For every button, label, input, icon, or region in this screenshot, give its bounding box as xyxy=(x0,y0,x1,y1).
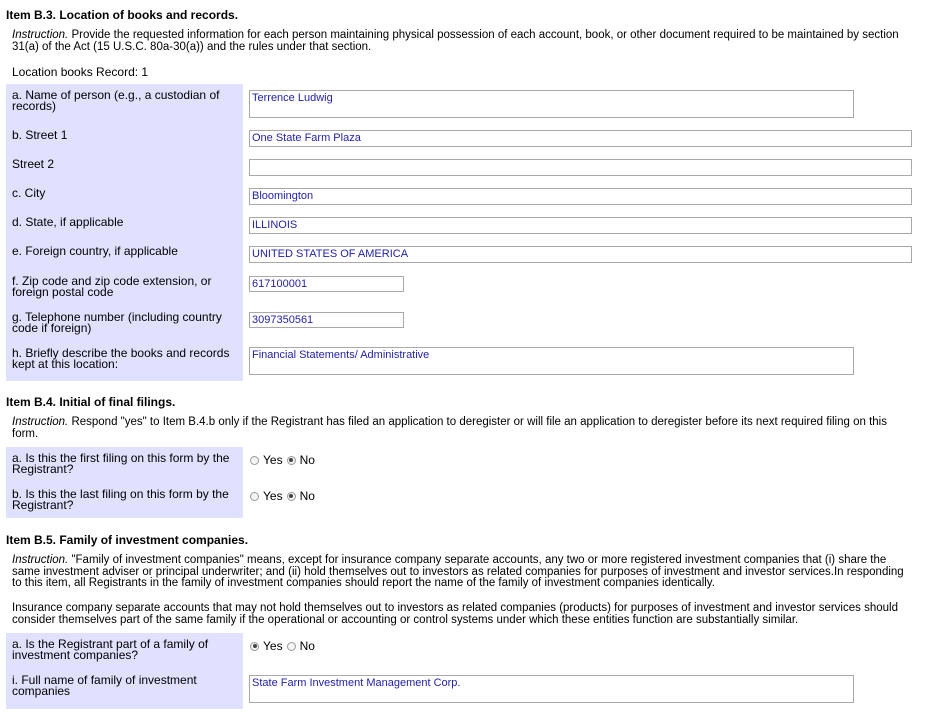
street2-label: Street 2 xyxy=(12,157,55,171)
street1-field[interactable]: One State Farm Plaza xyxy=(249,130,912,147)
yes-option-label: Yes xyxy=(263,639,283,653)
state-field[interactable]: ILLINOIS xyxy=(249,217,912,234)
street1-label: b. Street 1 xyxy=(12,128,68,142)
telephone-label: g. Telephone number (including country c… xyxy=(12,310,222,335)
family-name-field[interactable]: State Farm Investment Management Corp. xyxy=(249,675,854,703)
item-b5-instruction: Instruction. "Family of investment compa… xyxy=(12,554,912,590)
last-filing-yes-radio[interactable] xyxy=(250,491,259,501)
instruction-prefix: Instruction. xyxy=(12,416,69,428)
first-filing-radio-group: Yes No xyxy=(250,453,319,467)
instruction-prefix: Instruction. xyxy=(12,29,69,41)
yes-option-label: Yes xyxy=(263,453,283,467)
books-description-label: h. Briefly describe the books and record… xyxy=(12,346,230,371)
instruction-text: "Family of investment companies" means, … xyxy=(12,554,904,589)
city-label: c. City xyxy=(12,186,46,200)
instruction-text: Provide the requested information for ea… xyxy=(12,29,899,53)
instruction-text: Respond "yes" to Item B.4.b only if the … xyxy=(12,416,887,440)
zip-code-label: f. Zip code and zip code extension, or f… xyxy=(12,274,212,299)
first-filing-no-radio[interactable] xyxy=(286,455,296,465)
family-yes-radio[interactable] xyxy=(250,641,259,651)
family-radio-group: Yes No xyxy=(250,639,319,653)
street2-field[interactable] xyxy=(249,159,912,176)
family-no-radio[interactable] xyxy=(286,641,296,651)
family-question-label: a. Is the Registrant part of a family of… xyxy=(12,637,209,662)
yes-option-label: Yes xyxy=(263,489,283,503)
item-b3-heading: Item B.3. Location of books and records. xyxy=(6,8,239,22)
city-field[interactable]: Bloomington xyxy=(249,188,912,205)
item-b4-instruction: Instruction. Respond "yes" to Item B.4.b… xyxy=(12,416,912,440)
telephone-field[interactable]: 3097350561 xyxy=(249,312,404,328)
country-field[interactable]: UNITED STATES OF AMERICA xyxy=(249,246,912,263)
instruction-prefix: Instruction. xyxy=(12,554,69,566)
zip-code-field[interactable]: 617100001 xyxy=(249,276,404,292)
no-option-label: No xyxy=(299,489,315,503)
last-filing-radio-group: Yes No xyxy=(250,489,319,503)
no-option-label: No xyxy=(299,453,315,467)
item-b3-instruction: Instruction. Provide the requested infor… xyxy=(12,29,912,53)
family-name-label: i. Full name of family of investment com… xyxy=(12,673,197,698)
last-filing-label: b. Is this the last filing on this form … xyxy=(12,487,229,512)
item-b4-heading: Item B.4. Initial of final filings. xyxy=(6,395,176,409)
item-b5-note: Insurance company separate accounts that… xyxy=(12,602,898,626)
books-description-field[interactable]: Financial Statements/ Administrative xyxy=(249,347,854,375)
no-option-label: No xyxy=(299,639,315,653)
country-label: e. Foreign country, if applicable xyxy=(12,244,178,258)
name-of-person-field[interactable]: Terrence Ludwig xyxy=(249,90,854,118)
record-label: Location books Record: 1 xyxy=(12,65,149,79)
state-label: d. State, if applicable xyxy=(12,215,124,229)
item-b5-heading: Item B.5. Family of investment companies… xyxy=(6,533,249,547)
first-filing-yes-radio[interactable] xyxy=(250,455,259,465)
last-filing-no-radio[interactable] xyxy=(286,491,296,501)
name-of-person-label: a. Name of person (e.g., a custodian of … xyxy=(12,88,220,113)
first-filing-label: a. Is this the first filing on this form… xyxy=(12,451,230,476)
